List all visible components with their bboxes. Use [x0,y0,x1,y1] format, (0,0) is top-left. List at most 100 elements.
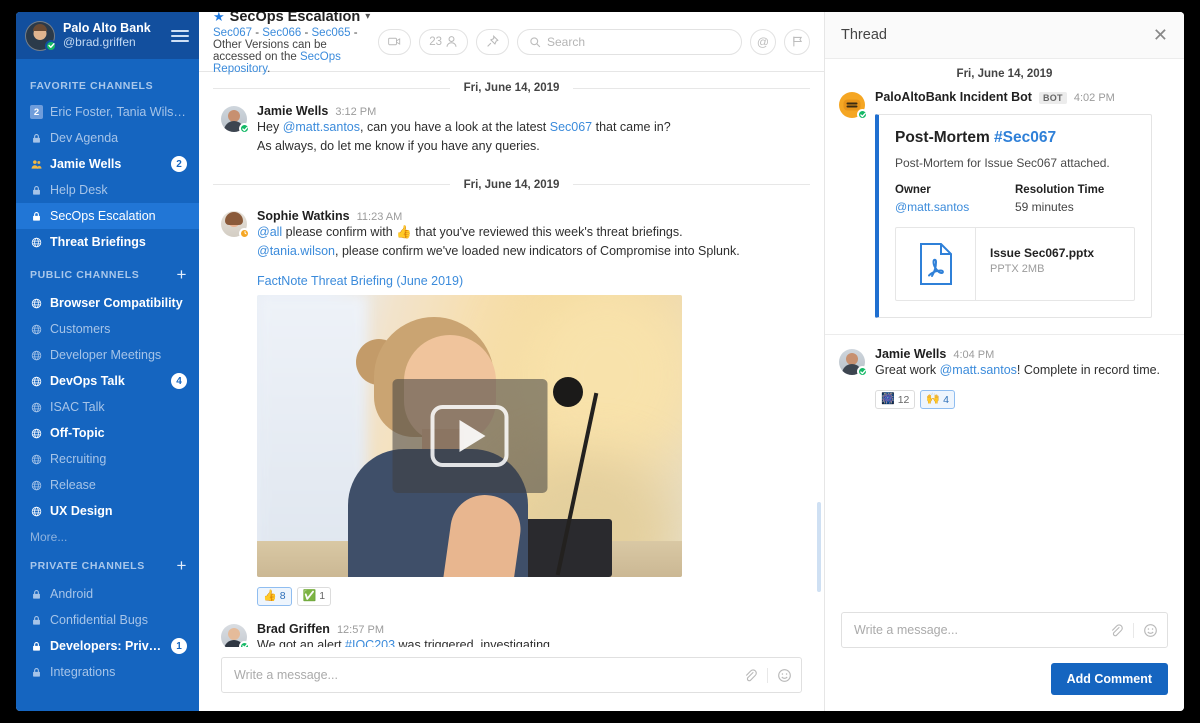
sidebar-item-isac-talk[interactable]: ISAC Talk [16,394,199,420]
add-comment-button[interactable]: Add Comment [1050,663,1168,695]
channel-header: ★ SecOps Escalation ▾ Sec067 - Sec066 - … [199,12,824,75]
subtitle-link[interactable]: Sec067 [213,27,252,39]
reaction-emoji: ✅ [302,589,317,602]
sidebar-item-label: Help Desk [50,183,108,197]
subtitle-link[interactable]: Sec066 [262,27,301,39]
sidebar-item-developer-meetings[interactable]: Developer Meetings [16,342,199,368]
reaction-pill[interactable]: ✅ 1 [296,586,332,606]
user-mention-link[interactable]: @tania.wilson [257,244,335,258]
sidebar-section-header: PUBLIC CHANNELS + [16,255,199,290]
sidebar-item-browser-compatibility[interactable]: Browser Compatibility [16,290,199,316]
sidebar-more-link[interactable]: More... [16,524,199,546]
search-input[interactable] [547,34,730,49]
avatar [221,210,250,239]
app-window: Palo Alto Bank @brad.griffen FAVORITE CH… [16,12,1184,711]
globe-icon [30,480,43,491]
avatar [221,623,250,647]
globe-icon [30,324,43,335]
attachment-icon[interactable] [1099,623,1133,638]
ioc-link[interactable]: #IOC203 [345,638,395,648]
message-author[interactable]: Brad Griffen [257,622,330,636]
subtitle-link[interactable]: Sec065 [312,27,351,39]
file-attachment[interactable]: Issue Sec067.pptx PPTX 2MB [895,227,1135,301]
sidebar-item-label: Recruiting [50,452,107,466]
message-input[interactable] [222,668,733,682]
online-status-icon [239,123,250,134]
hamburger-menu-icon[interactable] [171,27,189,45]
user-mention-link[interactable]: @matt.santos [940,363,1017,377]
thumbs-up-emoji: 👍 [396,224,412,239]
reaction-pill[interactable]: 👍 8 [257,586,292,606]
message-text-line: As always, do let me know if you have an… [257,139,540,154]
message-author[interactable]: Sophie Watkins [257,209,350,223]
reaction-pill[interactable]: 🙌 4 [920,390,955,410]
all-mention-link[interactable]: @all [257,225,282,239]
message-author[interactable]: Jamie Wells [257,104,328,118]
mentions-icon[interactable]: @ [750,28,776,55]
sidebar-item-developers-private[interactable]: Developers: Private 1 [16,633,199,659]
sidebar-item-integrations[interactable]: Integrations [16,659,199,685]
resolution-time-field: Resolution Time 59 minutes [1015,184,1135,214]
text-fragment: please confirm with [282,224,397,239]
message-author[interactable]: Jamie Wells [875,347,946,361]
reaction-count: 8 [279,590,286,602]
close-icon[interactable]: ✕ [1153,26,1168,44]
sidebar-item-threat-briefings[interactable]: Threat Briefings [16,229,199,255]
members-button[interactable]: 23 [419,28,468,55]
reaction-pill[interactable]: 🎆 12 [875,390,916,410]
file-meta: Issue Sec067.pptx PPTX 2MB [976,228,1134,300]
emoji-icon[interactable] [767,667,801,683]
pin-button[interactable] [476,28,509,55]
thread-title: Thread [841,27,887,43]
sidebar-item-eric-foster-tania-wilson[interactable]: 2 Eric Foster, Tania Wilson [16,99,199,125]
sidebar-item-customers[interactable]: Customers [16,316,199,342]
sidebar-item-off-topic[interactable]: Off-Topic [16,420,199,446]
chevron-down-icon[interactable]: ▾ [365,12,370,22]
sidebar-item-label: Threat Briefings [50,235,146,249]
sidebar-item-android[interactable]: Android [16,581,199,607]
emoji-icon[interactable] [1133,622,1167,638]
sidebar-item-help-desk[interactable]: Help Desk [16,177,199,203]
team-meta: Palo Alto Bank @brad.griffen [63,21,163,49]
add-channel-plus-icon[interactable]: + [176,557,187,574]
sidebar-item-dev-agenda[interactable]: Dev Agenda [16,125,199,151]
sidebar-item-secops-escalation[interactable]: SecOps Escalation [16,203,199,229]
thread-message-composer[interactable] [841,612,1168,648]
user-mention-link[interactable]: @matt.santos [283,120,360,134]
add-channel-plus-icon[interactable]: + [176,266,187,283]
team-header[interactable]: Palo Alto Bank @brad.griffen [16,12,199,59]
sidebar-item-devops-talk[interactable]: DevOps Talk 4 [16,368,199,394]
favorite-star-icon[interactable]: ★ [213,12,225,23]
channel-composer [199,647,824,711]
search-input-wrapper[interactable] [517,28,742,55]
issue-link[interactable]: Sec067 [550,120,592,134]
subtitle-text: - [252,26,263,39]
video-attachment[interactable] [257,294,682,577]
text-fragment: Hey [257,120,283,134]
message-composer[interactable] [221,657,802,693]
message-scrollbar[interactable] [817,502,821,592]
post-mortem-card: Post-Mortem #Sec067 Post-Mortem for Issu… [875,114,1152,318]
unread-count-badge: 2 [30,105,43,119]
message-item: Sophie Watkins 11:23 AM @all please conf… [199,191,824,608]
channel-title-block: ★ SecOps Escalation ▾ Sec067 - Sec066 - … [213,12,378,75]
video-call-button[interactable] [378,28,412,55]
thread-message-input[interactable] [842,623,1099,637]
play-button[interactable] [392,378,547,493]
globe-icon [30,402,43,413]
sidebar-section-title: FAVORITE CHANNELS [30,80,154,92]
lock-icon [30,589,43,600]
sidebar-item-jamie-wells[interactable]: Jamie Wells 2 [16,151,199,177]
lock-icon [30,667,43,678]
lock-icon [30,133,43,144]
sidebar-item-release[interactable]: Release [16,472,199,498]
owner-mention-link[interactable]: @matt.santos [895,200,969,214]
attachment-title-link[interactable]: FactNote Threat Briefing (June 2019) [257,274,804,288]
card-title-issue-link[interactable]: #Sec067 [994,129,1056,146]
attachment-icon[interactable] [733,668,767,683]
sidebar-item-ux-design[interactable]: UX Design [16,498,199,524]
thread-reply-body: Jamie Wells 4:04 PM Great work @matt.san… [875,347,1168,411]
sidebar-item-confidential-bugs[interactable]: Confidential Bugs [16,607,199,633]
flag-icon[interactable] [784,28,810,55]
sidebar-item-recruiting[interactable]: Recruiting [16,446,199,472]
